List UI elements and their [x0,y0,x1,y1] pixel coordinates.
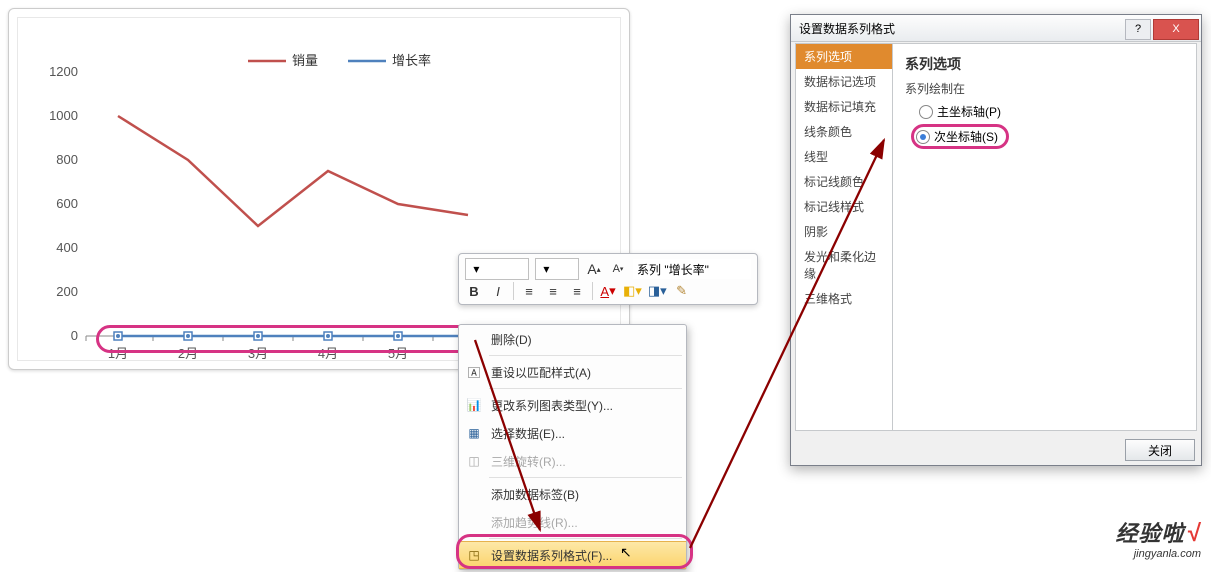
svg-text:增长率: 增长率 [392,53,431,68]
ctx-reset-label: 重设以匹配样式(A) [491,364,591,381]
italic-button[interactable]: I [489,282,507,300]
ctx-trend-label: 添加趋势线(R)... [491,514,578,531]
side-marker-options[interactable]: 数据标记选项 [796,69,892,94]
font-color-icon[interactable]: A▾ [599,282,617,300]
fill-color-icon[interactable]: ◧▾ [623,282,642,300]
side-marker-fill[interactable]: 数据标记填充 [796,94,892,119]
secondary-axis-highlight: 次坐标轴(S) [911,124,1009,149]
font-family-select[interactable]: ▾ [465,258,529,280]
watermark-url: jingyanla.com [1115,548,1201,560]
chart-plot-area[interactable]: 销量 增长率 0 200 400 600 800 1000 1200 1月 2月… [17,17,621,361]
ctx-3d-label: 三维旋转(R)... [491,453,566,470]
plot-on-label: 系列绘制在 [905,80,1184,97]
font-size-select[interactable]: ▾ [535,258,579,280]
secondary-axis-radio[interactable]: 次坐标轴(S) [916,128,998,145]
svg-text:3月: 3月 [248,346,268,360]
mini-toolbar: ▾ ▾ A▴ A▾ 系列 "增长率" B I ≡ ≡ ≡ A▾ ◧▾ ◨▾ ✎ [458,253,758,305]
chart-container[interactable]: 销量 增长率 0 200 400 600 800 1000 1200 1月 2月… [8,8,630,370]
check-icon: √ [1188,520,1201,547]
watermark: 经验啦 √ jingyanla.com [1115,516,1201,560]
svg-text:1月: 1月 [108,346,128,360]
ctx-delete[interactable]: 删除(D) [459,325,686,353]
svg-text:销量: 销量 [292,53,318,68]
side-3d-format[interactable]: 三维格式 [796,286,892,311]
side-line-color[interactable]: 线条颜色 [796,119,892,144]
side-line-style[interactable]: 线型 [796,144,892,169]
dialog-close-button[interactable]: 关闭 [1125,439,1195,461]
side-series-options[interactable]: 系列选项 [796,44,892,69]
watermark-text: 经验啦 [1115,521,1184,546]
ctx-delete-label: 删除(D) [491,331,532,348]
help-button[interactable]: ? [1125,19,1151,40]
dialog-section-title: 系列选项 [905,54,1184,74]
secondary-axis-label: 次坐标轴(S) [934,128,998,145]
svg-text:200: 200 [56,284,78,299]
svg-text:400: 400 [56,240,78,255]
dialog-titlebar[interactable]: 设置数据系列格式 ? X [791,15,1201,42]
format-series-dialog: 设置数据系列格式 ? X 系列选项 数据标记选项 数据标记填充 线条颜色 线型 … [790,14,1202,466]
reset-style-icon: 🄰 [465,363,483,381]
align-right-icon[interactable]: ≡ [568,282,586,300]
side-marker-line-style[interactable]: 标记线样式 [796,194,892,219]
ctx-select-label: 选择数据(E)... [491,425,565,442]
svg-text:4月: 4月 [318,346,338,360]
radio-icon [919,105,933,119]
radio-icon-on [916,130,930,144]
rotate-3d-icon: ◫ [465,452,483,470]
ctx-3d-rotate: ◫ 三维旋转(R)... [459,447,686,475]
side-shadow[interactable]: 阴影 [796,219,892,244]
align-left-icon[interactable]: ≡ [520,282,538,300]
format-painter-icon[interactable]: ✎ [673,282,691,300]
ctx-change-type[interactable]: 📊 更改系列图表类型(Y)... [459,391,686,419]
ctx-add-labels[interactable]: 添加数据标签(B) [459,480,686,508]
primary-axis-radio[interactable]: 主坐标轴(P) [915,101,1184,122]
side-marker-line-color[interactable]: 标记线颜色 [796,169,892,194]
ctx-reset-style[interactable]: 🄰 重设以匹配样式(A) [459,358,686,386]
dialog-title-text: 设置数据系列格式 [799,20,895,37]
svg-text:600: 600 [56,196,78,211]
ctx-add-trend: 添加趋势线(R)... [459,508,686,536]
chart-legend[interactable]: 销量 增长率 [248,53,431,68]
format-series-icon: ◳ [465,546,483,564]
increase-font-icon[interactable]: A▴ [585,260,603,278]
side-glow[interactable]: 发光和柔化边缘 [796,244,892,286]
ctx-format-label: 设置数据系列格式(F)... [491,547,612,564]
dialog-sidebar: 系列选项 数据标记选项 数据标记填充 线条颜色 线型 标记线颜色 标记线样式 阴… [795,43,893,431]
ctx-select-data[interactable]: ▦ 选择数据(E)... [459,419,686,447]
svg-text:1200: 1200 [49,64,78,79]
select-data-icon: ▦ [465,424,483,442]
chart-type-icon: 📊 [465,396,483,414]
outline-color-icon[interactable]: ◨▾ [648,282,667,300]
align-center-icon[interactable]: ≡ [544,282,562,300]
svg-text:2月: 2月 [178,346,198,360]
primary-axis-label: 主坐标轴(P) [937,103,1001,120]
svg-text:5月: 5月 [388,346,408,360]
series-name-label: 系列 "增长率" [633,259,751,279]
dialog-main-panel: 系列选项 系列绘制在 主坐标轴(P) 次坐标轴(S) [893,43,1197,431]
close-icon[interactable]: X [1153,19,1199,40]
context-menu: 删除(D) 🄰 重设以匹配样式(A) 📊 更改系列图表类型(Y)... ▦ 选择数据(… [458,324,687,570]
series-sales[interactable] [118,116,468,226]
ctx-format-series[interactable]: ◳ 设置数据系列格式(F)... [459,541,686,569]
ctx-labels-label: 添加数据标签(B) [491,486,579,503]
svg-text:0: 0 [71,328,78,343]
decrease-font-icon[interactable]: A▾ [609,260,627,278]
svg-text:1000: 1000 [49,108,78,123]
svg-text:800: 800 [56,152,78,167]
ctx-change-label: 更改系列图表类型(Y)... [491,397,613,414]
bold-button[interactable]: B [465,282,483,300]
